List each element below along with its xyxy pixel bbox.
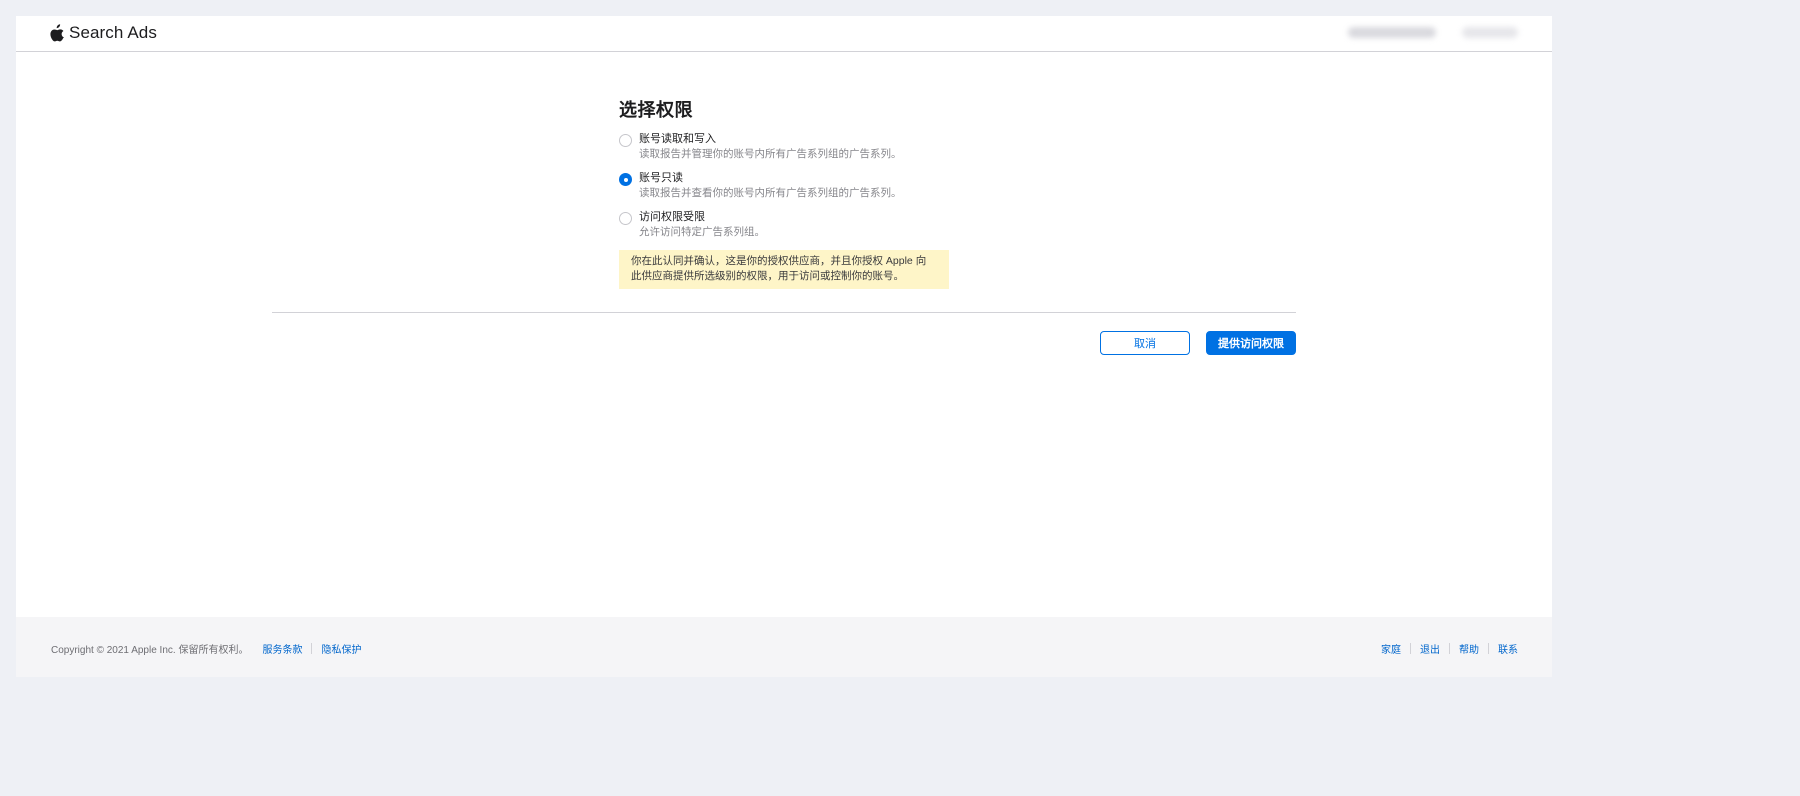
option-description: 允许访问特定广告系列组。 [639,226,765,238]
option-read-only[interactable]: 账号只读 读取报告并查看你的账号内所有广告系列组的广告系列。 [619,171,959,210]
privacy-link[interactable]: 隐私保护 [321,641,361,656]
option-label: 访问权限受限 [639,211,705,223]
consent-notice: 你在此认同并确认，这是你的授权供应商，并且你授权 Apple 向 此供应商提供所… [619,250,949,289]
permission-form: 选择权限 账号读取和写入 读取报告并管理你的账号内所有广告系列组的广告系列。 账… [619,96,959,289]
account-name-blurred[interactable] [1348,27,1436,38]
page-title: 选择权限 [619,100,693,120]
notice-line-1: 你在此认同并确认，这是你的授权供应商，并且你授权 Apple 向 [631,255,927,267]
option-read-write[interactable]: 账号读取和写入 读取报告并管理你的账号内所有广告系列组的广告系列。 [619,132,959,171]
brand-logo[interactable]: Search Ads [50,23,157,43]
apple-icon [50,24,64,42]
sign-out-link[interactable]: 退出 [1420,641,1440,656]
terms-link[interactable]: 服务条款 [262,641,302,656]
family-link[interactable]: 家庭 [1381,641,1401,656]
cancel-button[interactable]: 取消 [1100,331,1190,355]
footer-right: 家庭 退出 帮助 联系 [1381,641,1518,656]
contact-link[interactable]: 联系 [1498,641,1518,656]
footer-left: Copyright © 2021 Apple Inc. 保留所有权利。 服务条款… [51,641,361,656]
option-label: 账号只读 [639,172,683,184]
radio-limited-access[interactable] [619,212,632,225]
option-label: 账号读取和写入 [639,133,716,145]
footer-separator [1449,643,1450,654]
grant-access-button[interactable]: 提供访问权限 [1206,331,1296,355]
radio-read-write[interactable] [619,134,632,147]
option-description: 读取报告并管理你的账号内所有广告系列组的广告系列。 [639,148,902,160]
copyright-text: Copyright © 2021 Apple Inc. 保留所有权利。 [51,645,249,656]
page-footer: Copyright © 2021 Apple Inc. 保留所有权利。 服务条款… [16,617,1552,677]
footer-separator [1410,643,1411,654]
option-limited-access[interactable]: 访问权限受限 允许访问特定广告系列组。 [619,210,959,249]
notice-line-2: 此供应商提供所选级别的权限，用于访问或控制你的账号。 [631,270,904,282]
footer-separator [1488,643,1489,654]
option-description: 读取报告并查看你的账号内所有广告系列组的广告系列。 [639,187,902,199]
help-link[interactable]: 帮助 [1459,641,1479,656]
account-menu-blurred[interactable] [1462,27,1518,38]
section-divider [272,312,1296,313]
app-window: Search Ads 选择权限 账号读取和写入 读取报告并管理你的账号内所有广告… [16,16,1552,677]
footer-separator [311,643,313,654]
radio-read-only[interactable] [619,173,632,186]
brand-name: Search Ads [69,23,157,42]
top-header: Search Ads [16,16,1552,52]
